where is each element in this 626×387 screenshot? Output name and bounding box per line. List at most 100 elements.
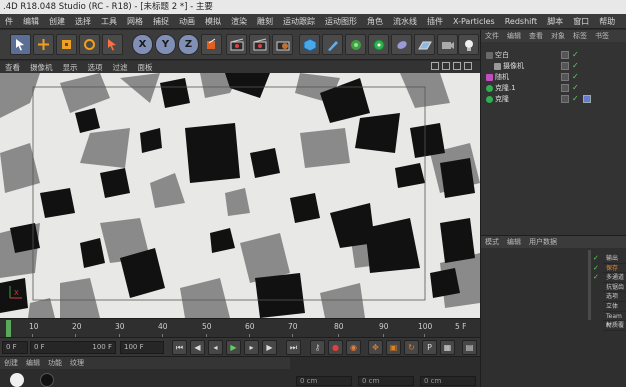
material-swatch[interactable]	[10, 373, 24, 387]
camera-object-button[interactable]	[437, 34, 458, 55]
menu-item-create[interactable]: 创建	[44, 16, 70, 27]
deformer-button[interactable]	[391, 34, 412, 55]
viewport-menu-cameras[interactable]: 摄像机	[25, 62, 58, 73]
menu-item-help[interactable]: 帮助	[594, 16, 620, 27]
position-key-button[interactable]: ✥	[368, 340, 383, 355]
om-tab-file[interactable]: 文件	[481, 31, 503, 41]
render-tab-stereo[interactable]: 立体	[603, 302, 626, 312]
attributes-scrollbar[interactable]	[588, 250, 591, 320]
menu-item-redshift[interactable]: Redshift	[500, 17, 542, 26]
om-tab-objects[interactable]: 对象	[547, 31, 569, 41]
render-tab-save[interactable]: 保存	[603, 264, 626, 274]
move-view-icon[interactable]	[431, 62, 439, 70]
mm-tab-create[interactable]: 创建	[0, 358, 22, 368]
visibility-dot-icon[interactable]	[561, 73, 569, 81]
om-tab-tags[interactable]: 标签	[569, 31, 591, 41]
render-view-button[interactable]	[226, 34, 247, 55]
coord-y-field[interactable]: 0 cm	[358, 376, 414, 386]
menu-item-simulate[interactable]: 模拟	[200, 16, 226, 27]
zoom-view-icon[interactable]	[442, 62, 450, 70]
pla-key-button[interactable]: ▦	[440, 340, 455, 355]
mm-tab-edit[interactable]: 编辑	[22, 358, 44, 368]
mm-tab-function[interactable]: 功能	[44, 358, 66, 368]
record-keys-button[interactable]: ⚷	[310, 340, 325, 355]
viewport-menu-options[interactable]: 选项	[83, 62, 108, 73]
menu-item-animate[interactable]: 动画	[174, 16, 200, 27]
attr-tab-mode[interactable]: 模式	[481, 237, 503, 247]
go-to-end-button[interactable]: ⏭	[286, 340, 301, 355]
cube-object-button[interactable]	[299, 34, 320, 55]
render-tab-material-override[interactable]: 材质覆	[603, 321, 626, 331]
visibility-dot-icon[interactable]	[561, 51, 569, 59]
render-tab-team-render[interactable]: Team R	[603, 312, 626, 329]
axis-x-button[interactable]: X	[132, 34, 153, 55]
enabled-check-icon[interactable]: ✓	[572, 62, 580, 70]
tag-icon[interactable]	[583, 95, 591, 103]
render-tab-options[interactable]: 选项	[603, 292, 626, 302]
object-row-camera[interactable]: 摄像机 ✓	[481, 61, 626, 72]
menu-item-render[interactable]: 渲染	[226, 16, 252, 27]
enabled-check-icon[interactable]: ✓	[572, 73, 580, 81]
rotate-view-icon[interactable]	[453, 62, 461, 70]
environment-button[interactable]	[414, 34, 435, 55]
menu-item-pipeline[interactable]: 流水线	[388, 16, 422, 27]
next-key-button[interactable]: ▶	[262, 340, 277, 355]
mm-tab-texture[interactable]: 纹理	[66, 358, 88, 368]
object-row-null[interactable]: 空白 ✓	[481, 50, 626, 61]
checkbox[interactable]: ✓	[593, 264, 601, 274]
menu-item-xparticles[interactable]: X-Particles	[448, 17, 500, 26]
go-to-start-button[interactable]: ⏮	[172, 340, 187, 355]
menu-item-motion-tracker[interactable]: 运动跟踪	[278, 16, 320, 27]
menu-item-mesh[interactable]: 网格	[122, 16, 148, 27]
om-tab-edit[interactable]: 编辑	[503, 31, 525, 41]
checkbox[interactable]: ✓	[593, 254, 601, 264]
render-tab-multipass[interactable]: 多通道	[603, 273, 626, 283]
scale-key-button[interactable]: ▣	[386, 340, 401, 355]
spline-pen-button[interactable]	[322, 34, 343, 55]
current-frame-field[interactable]: 0 F	[2, 341, 28, 354]
menu-item-sculpt[interactable]: 雕刻	[252, 16, 278, 27]
select-tool-button[interactable]	[10, 34, 31, 55]
timeline-options-button[interactable]: ▤	[462, 340, 477, 355]
coord-x-field[interactable]: 0 cm	[296, 376, 352, 386]
axis-y-button[interactable]: Y	[155, 34, 176, 55]
autokey-button[interactable]: ◉	[346, 340, 361, 355]
om-tab-bookmarks[interactable]: 书签	[591, 31, 613, 41]
subdivision-button[interactable]	[345, 34, 366, 55]
prev-key-button[interactable]: ◀	[190, 340, 205, 355]
menu-item-window[interactable]: 窗口	[568, 16, 594, 27]
prev-frame-button[interactable]: ◂	[208, 340, 223, 355]
viewport-menu-display[interactable]: 显示	[58, 62, 83, 73]
om-tab-view[interactable]: 查看	[525, 31, 547, 41]
render-settings-button[interactable]	[272, 34, 293, 55]
object-row-random[interactable]: 随机 ✓	[481, 72, 626, 83]
timeline-ruler[interactable]: 10 20 30 40 50 60 70 80 90 100 5 F	[0, 318, 480, 338]
frame-range-slider[interactable]: 0 F 100 F	[30, 341, 116, 354]
move-tool-button[interactable]	[33, 34, 54, 55]
menu-item-tools[interactable]: 工具	[96, 16, 122, 27]
light-object-button[interactable]	[458, 34, 479, 55]
checkbox[interactable]: ✓	[593, 273, 601, 283]
menu-item-script[interactable]: 脚本	[542, 16, 568, 27]
material-swatch[interactable]	[40, 373, 54, 387]
enabled-check-icon[interactable]: ✓	[572, 51, 580, 59]
coordinate-system-button[interactable]	[201, 34, 222, 55]
parameter-key-button[interactable]: P	[422, 340, 437, 355]
rotation-key-button[interactable]: ↻	[404, 340, 419, 355]
menu-item-snap[interactable]: 捕捉	[148, 16, 174, 27]
max-frame-field[interactable]: 100 F	[120, 341, 164, 354]
mograph-cloner-button[interactable]	[368, 34, 389, 55]
visibility-dot-icon[interactable]	[561, 95, 569, 103]
menu-item-select[interactable]: 选择	[70, 16, 96, 27]
visibility-dot-icon[interactable]	[561, 84, 569, 92]
render-tab-output[interactable]: 输出	[603, 254, 626, 264]
attr-tab-edit[interactable]: 编辑	[503, 237, 525, 247]
coord-z-field[interactable]: 0 cm	[420, 376, 476, 386]
render-tab-antialiasing[interactable]: 抗锯齿	[603, 283, 626, 293]
viewport-menu-view[interactable]: 查看	[0, 62, 25, 73]
viewport-menu-filter[interactable]: 过滤	[108, 62, 133, 73]
next-frame-button[interactable]: ▸	[244, 340, 259, 355]
menu-item-character[interactable]: 角色	[362, 16, 388, 27]
menu-item-mograph[interactable]: 运动图形	[320, 16, 362, 27]
object-row-cloner[interactable]: 克隆 ✓	[481, 94, 626, 105]
